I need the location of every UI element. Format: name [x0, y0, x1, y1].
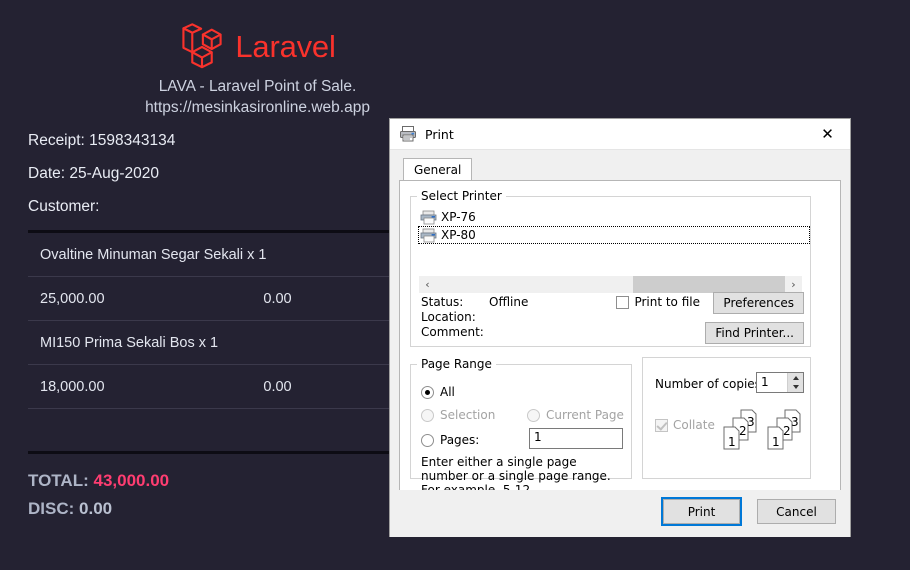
- svg-text:2: 2: [783, 424, 791, 438]
- radio-current-page-label: Current Page: [546, 408, 624, 422]
- svg-text:3: 3: [747, 415, 755, 429]
- tab-panel-general: Select Printer XP-76 XP-80 ‹ › Status: O…: [399, 180, 841, 520]
- checkbox-check-icon: [655, 418, 668, 432]
- preferences-button[interactable]: Preferences: [713, 292, 804, 314]
- printer-item-xp-80[interactable]: XP-80: [418, 226, 810, 244]
- total-label: TOTAL:: [28, 470, 89, 490]
- print-button[interactable]: Print: [661, 497, 742, 526]
- dialog-footer: Print Cancel: [390, 490, 850, 537]
- scroll-right-icon[interactable]: ›: [785, 276, 802, 293]
- tab-general[interactable]: General: [403, 158, 473, 180]
- page-range-legend: Page Range: [421, 357, 492, 371]
- dialog-body: General Select Printer XP-76 XP-80 ‹ › S…: [390, 150, 850, 537]
- item-price: 18,000.00: [28, 364, 201, 409]
- printer-small-icon: [420, 210, 437, 224]
- radio-dot-icon: [421, 433, 434, 447]
- radio-pages[interactable]: Pages:: [421, 433, 479, 447]
- spin-up-icon[interactable]: [788, 373, 803, 383]
- dialog-titlebar[interactable]: Print ✕: [390, 119, 850, 150]
- select-printer-group: Select Printer XP-76 XP-80 ‹ › Status: O…: [410, 189, 811, 347]
- page-range-group: Page Range All Selection Current Page Pa…: [410, 357, 632, 497]
- collate-checkbox[interactable]: Collate: [655, 418, 715, 432]
- print-to-file-label: Print to file: [634, 295, 700, 309]
- radio-pages-label: Pages:: [440, 433, 480, 447]
- status-value: Offline: [489, 295, 529, 309]
- print-dialog: Print ✕ General Select Printer XP-76 XP-…: [389, 118, 851, 537]
- tab-strip: General: [399, 158, 841, 180]
- cancel-button[interactable]: Cancel: [757, 499, 836, 524]
- scrollbar-thumb[interactable]: [633, 276, 785, 293]
- total-value: 43,000.00: [93, 470, 170, 490]
- printer-list[interactable]: XP-76 XP-80: [418, 208, 810, 244]
- printer-small-icon: [420, 228, 437, 242]
- app-root: Laravel LAVA - Laravel Point of Sale. ht…: [0, 0, 910, 570]
- find-printer-button[interactable]: Find Printer...: [705, 322, 804, 344]
- collate-label: Collate: [673, 418, 715, 432]
- copies-stepper[interactable]: 1: [756, 372, 804, 393]
- radio-dot-icon: [527, 408, 540, 422]
- printer-list-scrollbar[interactable]: ‹ ›: [419, 276, 802, 293]
- scroll-left-icon[interactable]: ‹: [419, 276, 436, 293]
- radio-dot-icon: [421, 408, 434, 422]
- radio-dot-icon: [421, 385, 434, 399]
- pages-input[interactable]: 1: [529, 428, 623, 449]
- close-icon[interactable]: ✕: [805, 119, 850, 150]
- printer-name: XP-76: [441, 210, 476, 224]
- item-disc: 0.00: [200, 276, 292, 321]
- printer-item-xp-76[interactable]: XP-76: [418, 208, 810, 226]
- print-to-file-checkbox[interactable]: Print to file: [616, 295, 700, 309]
- checkbox-box-icon: [616, 295, 630, 309]
- printer-icon: [400, 126, 416, 142]
- radio-selection-label: Selection: [440, 408, 496, 422]
- radio-current-page[interactable]: Current Page: [527, 408, 624, 422]
- svg-text:1: 1: [728, 435, 736, 449]
- tagline-line-1: LAVA - Laravel Point of Sale.: [158, 78, 357, 95]
- svg-text:2: 2: [739, 424, 747, 438]
- laravel-logo: Laravel: [28, 0, 487, 69]
- copies-value[interactable]: 1: [757, 373, 787, 392]
- spin-down-icon[interactable]: [788, 383, 803, 393]
- number-of-copies-label: Number of copies:: [655, 377, 765, 391]
- copies-group: Number of copies: 1 Collate 3 2 1 3 2 1: [642, 357, 811, 479]
- svg-text:3: 3: [791, 415, 799, 429]
- collate-illustration-icon: 3 2 1 3 2 1: [723, 409, 801, 450]
- radio-all-label: All: [440, 385, 455, 399]
- disc-label: DISC:: [28, 498, 75, 518]
- svg-text:1: 1: [772, 435, 780, 449]
- printer-name: XP-80: [441, 228, 476, 242]
- disc-value: 0.00: [79, 498, 113, 518]
- laravel-wordmark: Laravel: [235, 28, 336, 64]
- select-printer-legend: Select Printer: [421, 189, 502, 203]
- status-label: Status:: [421, 295, 464, 309]
- copies-spin-buttons[interactable]: [787, 373, 803, 392]
- location-label: Location:: [421, 310, 476, 324]
- item-price: 25,000.00: [28, 276, 201, 321]
- radio-selection[interactable]: Selection: [421, 408, 495, 422]
- comment-label: Comment:: [421, 325, 484, 339]
- scrollbar-track[interactable]: [436, 276, 785, 293]
- tagline-line-2: https://mesinkasironline.web.app: [145, 99, 370, 116]
- laravel-logo-icon: [182, 23, 222, 69]
- printer-status-block: Status: Offline Location: Comment: Print…: [421, 292, 804, 344]
- radio-all[interactable]: All: [421, 385, 455, 399]
- dialog-title: Print: [425, 126, 454, 142]
- item-disc: 0.00: [200, 364, 292, 409]
